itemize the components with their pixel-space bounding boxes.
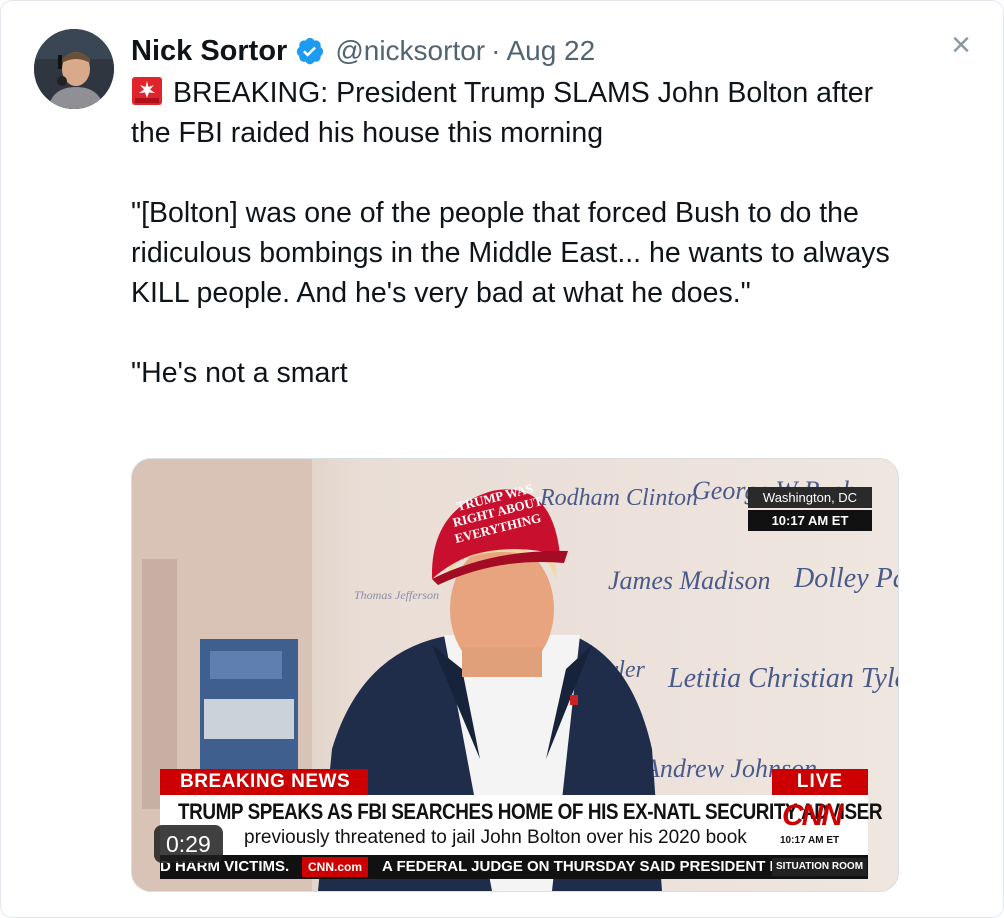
news-subline: previously threatened to jail John Bolto…: [244, 827, 747, 848]
tweet-quote: "[Bolton] was one of the people that for…: [131, 197, 890, 309]
verified-badge-icon: [297, 37, 324, 65]
svg-text:Thomas Jefferson: Thomas Jefferson: [354, 588, 439, 602]
news-headline: TRUMP SPEAKS AS FBI SEARCHES HOME OF HIS…: [178, 799, 883, 824]
tweet-body: BREAKING: President Trump SLAMS John Bol…: [131, 73, 901, 393]
video-player[interactable]: Rodham Clinton George W Bush James Madis…: [131, 458, 899, 892]
ticker-site: CNN.com: [302, 857, 369, 877]
live-badge: LIVE: [772, 769, 868, 795]
location-timestamp: Washington, DC 10:17 AM ET: [748, 487, 872, 531]
location-label: Washington, DC: [748, 487, 872, 508]
news-lower-third: TRUMP SPEAKS AS FBI SEARCHES HOME OF HIS…: [160, 795, 883, 855]
news-ticker: D HARM VICTIMS. CNN.com A FEDERAL JUDGE …: [160, 855, 868, 879]
cnn-logo: CNN: [782, 799, 843, 832]
dot-separator: ·: [491, 35, 501, 66]
tweet-date[interactable]: Aug 22: [506, 35, 595, 67]
tweet-card: Nick Sortor @nicksortor · Aug 22 × BREAK…: [0, 0, 1004, 918]
ticker-show: SITUATION ROOM: [772, 858, 868, 876]
svg-text:Rodham Clinton: Rodham Clinton: [539, 485, 698, 511]
author-handle[interactable]: @nicksortor: [335, 35, 485, 67]
svg-text:Dolley Pa: Dolley Pa: [793, 563, 898, 594]
video-duration: 0:29: [154, 825, 223, 863]
tweet-line-breaking: BREAKING: President Trump SLAMS John Bol…: [131, 73, 901, 153]
author-avatar[interactable]: [34, 29, 114, 109]
author-name[interactable]: Nick Sortor: [131, 35, 287, 68]
breaking-news-banner: BREAKING NEWS: [160, 769, 368, 795]
tweet-text-line1: BREAKING: President Trump SLAMS John Bol…: [131, 77, 874, 149]
svg-text:James Madison: James Madison: [608, 566, 770, 595]
close-icon[interactable]: ×: [945, 28, 977, 62]
cnn-logo-time: 10:17 AM ET: [780, 835, 840, 846]
broadcast-time: 10:17 AM ET: [748, 510, 872, 531]
ticker-text: A FEDERAL JUDGE ON THURSDAY SAID PRESIDE…: [382, 858, 793, 875]
tweet-header: Nick Sortor @nicksortor · Aug 22: [131, 29, 595, 73]
svg-text:Letitia Christian Tyler: Letitia Christian Tyler: [667, 663, 898, 694]
siren-emoji-icon: [132, 77, 162, 105]
tweet-truncated-line: "He's not a smart: [131, 357, 348, 389]
